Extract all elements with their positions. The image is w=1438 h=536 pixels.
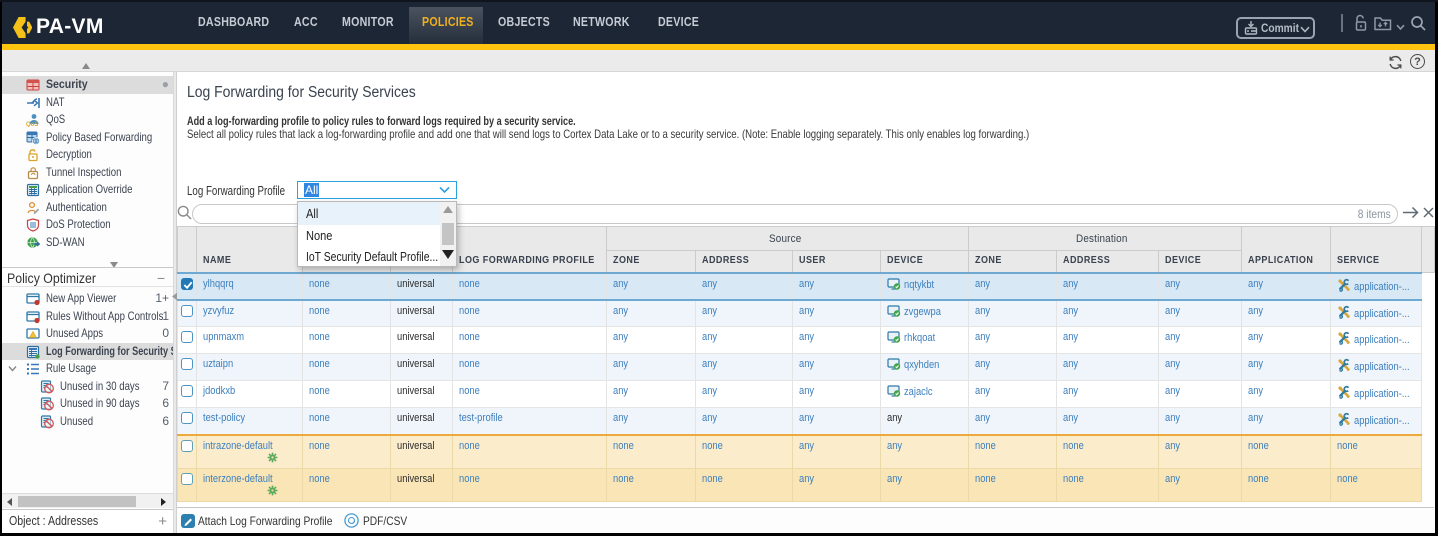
svg-text:QoS: QoS (26, 122, 38, 127)
